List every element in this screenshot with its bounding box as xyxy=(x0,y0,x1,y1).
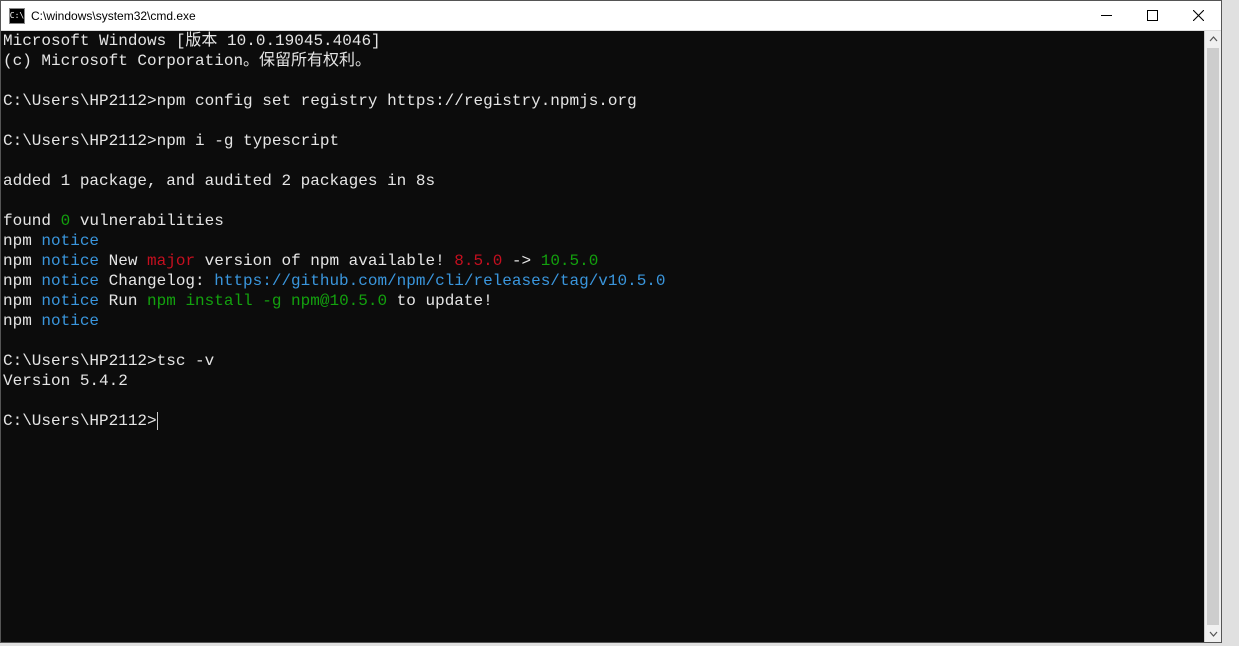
terminal[interactable]: Microsoft Windows [版本 10.0.19045.4046] (… xyxy=(1,31,1204,642)
added-line: added 1 package, and audited 2 packages … xyxy=(3,172,435,190)
cmd-1: npm config set registry https://registry… xyxy=(157,92,637,110)
npm-text: npm xyxy=(3,272,41,290)
notice-text: notice xyxy=(41,252,99,270)
scroll-up-button[interactable] xyxy=(1205,31,1221,48)
found-post: vulnerabilities xyxy=(70,212,224,230)
notice-text: notice xyxy=(41,292,99,310)
minimize-icon xyxy=(1101,10,1112,21)
banner-line-2: (c) Microsoft Corporation。保留所有权利。 xyxy=(3,52,371,70)
found-pre: found xyxy=(3,212,61,230)
banner-line-1: Microsoft Windows [版本 10.0.19045.4046] xyxy=(3,32,381,50)
close-button[interactable] xyxy=(1175,1,1221,30)
cmd-2: npm i -g typescript xyxy=(157,132,339,150)
cursor xyxy=(157,412,158,430)
run-pre: Run xyxy=(99,292,147,310)
notice-text: notice xyxy=(41,272,99,290)
nv-avail: version of npm available! xyxy=(195,252,454,270)
titlebar[interactable]: C:\ C:\windows\system32\cmd.exe xyxy=(1,1,1221,31)
run-cmd: npm install -g npm@10.5.0 xyxy=(147,292,387,310)
cl-pre: Changelog: xyxy=(99,272,214,290)
npm-text: npm xyxy=(3,312,41,330)
window-title: C:\windows\system32\cmd.exe xyxy=(31,9,196,23)
minimize-button[interactable] xyxy=(1083,1,1129,30)
scrollbar-thumb[interactable] xyxy=(1207,48,1219,625)
chevron-down-icon xyxy=(1209,629,1218,638)
notice-text: notice xyxy=(41,312,99,330)
prompt-3: C:\Users\HP2112> xyxy=(3,352,157,370)
version-output: Version 5.4.2 xyxy=(3,372,128,390)
npm-text: npm xyxy=(3,292,41,310)
npm-text: npm xyxy=(3,252,41,270)
nv-major: major xyxy=(147,252,195,270)
nv-new-version: 10.5.0 xyxy=(541,252,599,270)
terminal-container: Microsoft Windows [版本 10.0.19045.4046] (… xyxy=(1,31,1221,642)
nv-old: 8.5.0 xyxy=(454,252,502,270)
prompt-2: C:\Users\HP2112> xyxy=(3,132,157,150)
cmd-window: C:\ C:\windows\system32\cmd.exe Microsof… xyxy=(0,0,1222,643)
window-controls xyxy=(1083,1,1221,30)
notice-text: notice xyxy=(41,232,99,250)
scroll-down-button[interactable] xyxy=(1205,625,1221,642)
close-icon xyxy=(1193,10,1204,21)
npm-text: npm xyxy=(3,232,41,250)
chevron-up-icon xyxy=(1209,35,1218,44)
prompt-4: C:\Users\HP2112> xyxy=(3,412,157,430)
vertical-scrollbar[interactable] xyxy=(1204,31,1221,642)
run-post: to update! xyxy=(387,292,493,310)
found-zero: 0 xyxy=(61,212,71,230)
changelog-url: https://github.com/npm/cli/releases/tag/… xyxy=(214,272,665,290)
nv-arrow: -> xyxy=(502,252,540,270)
cmd-3: tsc -v xyxy=(157,352,215,370)
cmd-icon: C:\ xyxy=(9,8,25,24)
maximize-icon xyxy=(1147,10,1158,21)
maximize-button[interactable] xyxy=(1129,1,1175,30)
nv-new: New xyxy=(99,252,147,270)
prompt-1: C:\Users\HP2112> xyxy=(3,92,157,110)
